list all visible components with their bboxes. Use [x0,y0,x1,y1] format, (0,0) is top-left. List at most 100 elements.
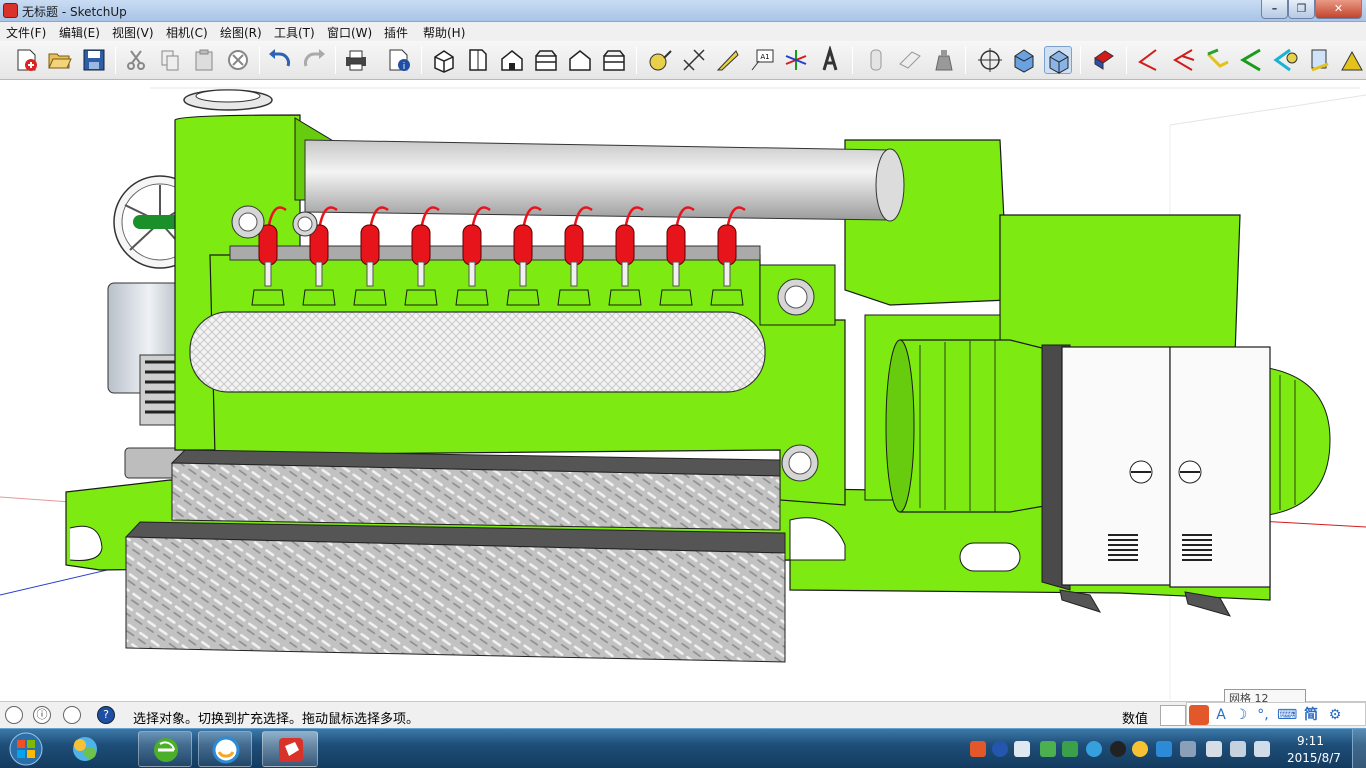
menu-camera[interactable]: 相机(C) [166,24,208,41]
spark-plug-cap [513,224,533,266]
axes-icon[interactable] [782,46,810,74]
wireframe-icon[interactable] [896,46,924,74]
tray-shield-icon[interactable] [1062,741,1078,757]
title-bar[interactable]: 无标题 - SketchUp – ❐ ✕ [0,0,1366,22]
print-icon[interactable] [342,46,370,74]
credits-icon[interactable]: ⓘ [33,706,51,724]
spark-plug-cap [666,224,686,266]
tray-qq-icon[interactable] [1110,741,1126,757]
tray-volume-icon[interactable] [1254,741,1270,757]
ignition-coil [557,289,591,306]
status-hint-text: 选择对象。切换到扩充选择。拖动鼠标选择多项。 [133,712,420,727]
front-view-icon[interactable] [498,46,526,74]
tray-monitor-icon[interactable] [1230,741,1246,757]
model-info-icon[interactable]: i [385,46,413,74]
tray-network-icon[interactable] [1086,741,1102,757]
menu-draw[interactable]: 绘图(R) [220,24,262,41]
iso-view-icon[interactable] [430,46,458,74]
minimize-button[interactable]: – [1261,0,1288,19]
copy-icon[interactable] [156,46,184,74]
gear-plugin-icon[interactable] [1272,46,1300,74]
maximize-button[interactable]: ❐ [1288,0,1315,19]
redo-icon[interactable] [300,46,328,74]
spark-plug-cap [615,224,635,266]
ime-logo-icon[interactable] [1189,705,1209,725]
taskbar-sketchup-icon[interactable] [262,731,318,767]
main-toolbar: i A1 [0,41,1366,80]
protractor-icon[interactable] [714,46,742,74]
dimension-icon[interactable] [680,46,708,74]
tray-expand-icon[interactable] [1014,741,1030,757]
tray-update-icon[interactable] [1132,741,1148,757]
shaded-icon[interactable] [1010,46,1038,74]
tray-flag-icon[interactable] [1206,741,1222,757]
window-title: 无标题 - SketchUp [22,5,127,19]
calc-plugin-icon[interactable] [1306,46,1334,74]
arc-tool-icon[interactable] [1170,46,1198,74]
clock-date[interactable]: 2015/8/7 [1287,751,1341,765]
ime-halfwidth-toggle[interactable]: ☽ [1231,705,1251,725]
clock-time[interactable]: 9:11 [1297,734,1324,748]
right-view-icon[interactable] [532,46,560,74]
ime-english-toggle[interactable]: A [1211,705,1231,725]
undo-icon[interactable] [266,46,294,74]
tray-antivirus-icon[interactable] [1156,741,1172,757]
instructor-help-icon[interactable]: ? [97,706,115,724]
left-view-icon[interactable] [600,46,628,74]
back-view-icon[interactable] [566,46,594,74]
ime-punctuation-toggle[interactable]: °, [1253,705,1273,725]
hidden-line-icon[interactable] [930,46,958,74]
text-icon[interactable]: A1 [748,46,776,74]
measurements-input[interactable] [1160,705,1186,726]
sketchup-app-icon[interactable] [3,3,18,18]
shaded-textures-icon[interactable] [1044,46,1072,74]
taskbar-pinned-360-icon[interactable] [58,731,112,767]
ignition-coil [455,289,489,306]
menu-window[interactable]: 窗口(W) [327,24,372,41]
ime-simplified-toggle[interactable]: 简 [1301,705,1321,725]
xray-icon[interactable] [862,46,890,74]
open-file-icon[interactable] [46,46,74,74]
new-file-icon[interactable] [12,46,40,74]
spark-plug-cap [564,224,584,266]
report-plugin-icon[interactable] [1338,46,1366,74]
spark-plug-stem [672,261,680,287]
close-button[interactable]: ✕ [1315,0,1362,19]
tray-security-icon[interactable] [1040,741,1056,757]
cut-icon[interactable] [122,46,150,74]
freehand-icon[interactable] [1204,46,1232,74]
tray-ime-icon[interactable] [970,741,986,757]
erase-icon[interactable] [224,46,252,74]
top-view-icon[interactable] [464,46,492,74]
checker-plate-steps [124,449,786,663]
svg-text:i: i [403,62,406,72]
sandbox-icon[interactable] [1238,46,1266,74]
paste-icon[interactable] [190,46,218,74]
user-account-icon[interactable] [63,706,81,724]
spark-plug-stem [723,261,731,287]
tray-device-icon[interactable] [1180,741,1196,757]
show-desktop-button[interactable] [1352,729,1366,768]
component-icon[interactable] [1090,46,1118,74]
menu-tools[interactable]: 工具(T) [274,24,315,41]
ime-toolbar: A ☽ °, ⌨ 简 ⚙ [1186,702,1366,726]
taskbar-ie-icon[interactable] [138,731,192,767]
ime-keyboard-icon[interactable]: ⌨ [1277,705,1297,725]
model-viewport[interactable] [0,81,1366,701]
save-icon[interactable] [80,46,108,74]
menu-plugins[interactable]: 插件 [384,24,408,41]
tape-measure-icon[interactable] [646,46,674,74]
geo-location-icon[interactable] [5,706,23,724]
ime-settings-icon[interactable]: ⚙ [1325,705,1345,725]
menu-file[interactable]: 文件(F) [6,24,46,41]
spark-plug-stem [366,261,374,287]
menu-edit[interactable]: 编辑(E) [59,24,100,41]
menu-view[interactable]: 视图(V) [112,24,154,41]
line-tool-icon[interactable] [1134,46,1162,74]
taskbar-browser-icon[interactable] [198,731,252,767]
tray-help-icon[interactable] [992,741,1008,757]
menu-help[interactable]: 帮助(H) [423,24,465,41]
orbit-icon[interactable] [976,46,1004,74]
start-button[interactable] [4,730,48,768]
3d-text-icon[interactable] [816,46,844,74]
